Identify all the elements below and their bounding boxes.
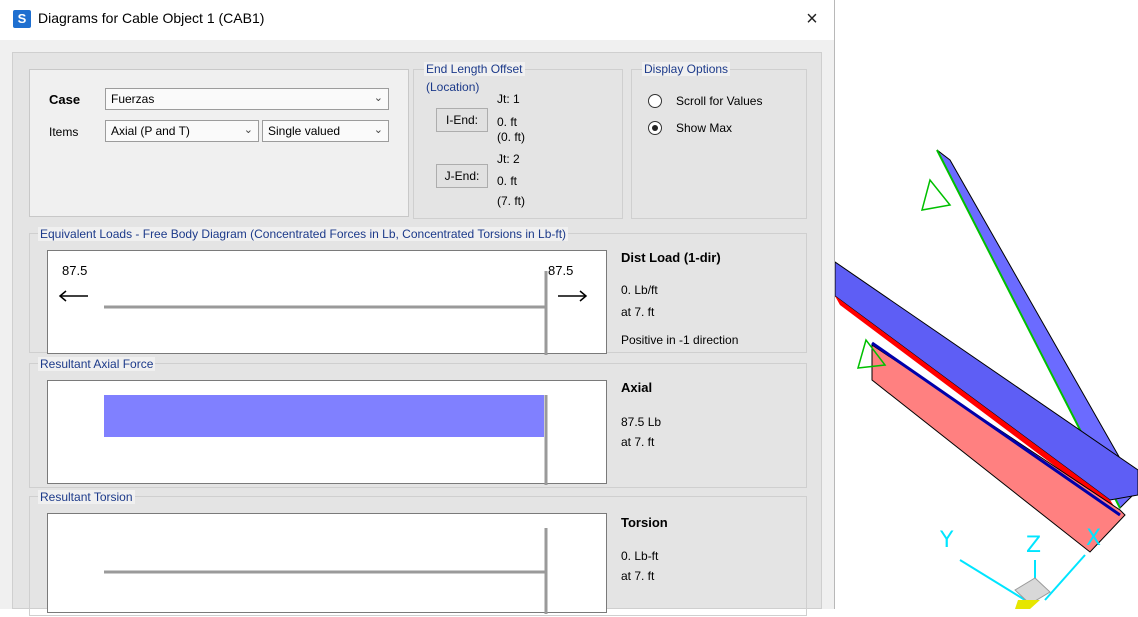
torsion-title: Resultant Torsion xyxy=(38,490,135,504)
torsion-info-value: 0. Lb-ft xyxy=(621,549,659,563)
scroll-values-radio[interactable] xyxy=(648,94,662,108)
i-end-button[interactable]: I-End: xyxy=(436,108,488,132)
fbd-left-value: 87.5 xyxy=(62,263,88,278)
close-button[interactable]: × xyxy=(798,6,826,32)
app-icon: S xyxy=(13,10,31,28)
j-end-location: (7. ft) xyxy=(497,194,526,208)
support-icon-1 xyxy=(920,178,952,211)
torsion-info-location: at 7. ft xyxy=(621,569,655,583)
chevron-down-icon: ⌄ xyxy=(373,92,383,104)
items-label: Items xyxy=(49,125,79,139)
axial-info-location: at 7. ft xyxy=(621,435,655,449)
axis-y-label: Y xyxy=(940,528,954,553)
dialog-body: Case Fuerzas ⌄ Items Axial (P and T) ⌄ S… xyxy=(12,52,822,616)
axial-info-title: Axial xyxy=(621,380,653,395)
show-max-label[interactable]: Show Max xyxy=(676,121,732,135)
axis-x-label: X xyxy=(1086,526,1102,551)
location-label: (Location) xyxy=(426,80,480,94)
axial-force-bar xyxy=(104,395,544,437)
fbd-info-value: 0. Lb/ft xyxy=(621,283,658,297)
display-options-group: Display Options Scroll for Values Show M… xyxy=(631,62,807,219)
valued-dropdown[interactable]: Single valued ⌄ xyxy=(262,120,389,142)
items-dropdown-value: Axial (P and T) xyxy=(111,124,190,138)
fbd-title: Equivalent Loads - Free Body Diagram (Co… xyxy=(38,227,569,241)
show-max-radio[interactable] xyxy=(648,121,662,135)
jt1-label: Jt: 1 xyxy=(497,92,520,106)
axis-z-label: Z xyxy=(1026,533,1042,558)
jt2-label: Jt: 2 xyxy=(497,152,520,166)
torsion-graphic xyxy=(104,528,548,614)
title-bar[interactable]: S Diagrams for Cable Object 1 (CAB1) × xyxy=(0,0,834,40)
diagrams-dialog: S Diagrams for Cable Object 1 (CAB1) × C… xyxy=(0,0,835,616)
items-dropdown[interactable]: Axial (P and T) ⌄ xyxy=(105,120,259,142)
valued-dropdown-value: Single valued xyxy=(268,124,341,138)
case-dropdown[interactable]: Fuerzas ⌄ xyxy=(105,88,389,110)
window-title: Diagrams for Cable Object 1 (CAB1) xyxy=(38,10,265,26)
end-length-offset-group: End Length Offset (Location) Jt: 1 I-End… xyxy=(413,62,623,219)
axis-y-line xyxy=(959,559,1026,601)
chevron-down-icon: ⌄ xyxy=(243,124,253,136)
case-panel: Case Fuerzas ⌄ Items Axial (P and T) ⌄ S… xyxy=(29,69,409,217)
fbd-graphic xyxy=(58,271,588,355)
axis-x-line xyxy=(1044,554,1086,601)
i-end-value: 0. ft xyxy=(497,115,518,129)
j-end-value: 0. ft xyxy=(497,174,518,188)
axis-cube-face xyxy=(1015,600,1040,609)
torsion-diagram xyxy=(47,513,607,614)
scroll-values-label[interactable]: Scroll for Values xyxy=(676,94,762,108)
fbd-diagram: 87.5 87.5 xyxy=(47,250,607,355)
axial-title: Resultant Axial Force xyxy=(38,357,156,371)
fbd-info-direction: Positive in -1 direction xyxy=(621,333,739,347)
display-options-title: Display Options xyxy=(642,62,731,76)
case-label: Case xyxy=(49,92,81,107)
fbd-info-title: Dist Load (1-dir) xyxy=(621,250,721,265)
torsion-info-title: Torsion xyxy=(621,515,668,530)
axial-diagram xyxy=(47,380,607,485)
chevron-down-icon: ⌄ xyxy=(373,124,383,136)
fbd-right-value: 87.5 xyxy=(548,263,574,278)
fbd-info-location: at 7. ft xyxy=(621,305,655,319)
axial-info-value: 87.5 Lb xyxy=(621,415,662,429)
axial-graphic xyxy=(104,395,548,485)
case-dropdown-value: Fuerzas xyxy=(111,92,155,106)
j-end-button[interactable]: J-End: xyxy=(436,164,488,188)
end-length-offset-title: End Length Offset xyxy=(424,62,525,76)
i-end-location: (0. ft) xyxy=(497,130,526,144)
